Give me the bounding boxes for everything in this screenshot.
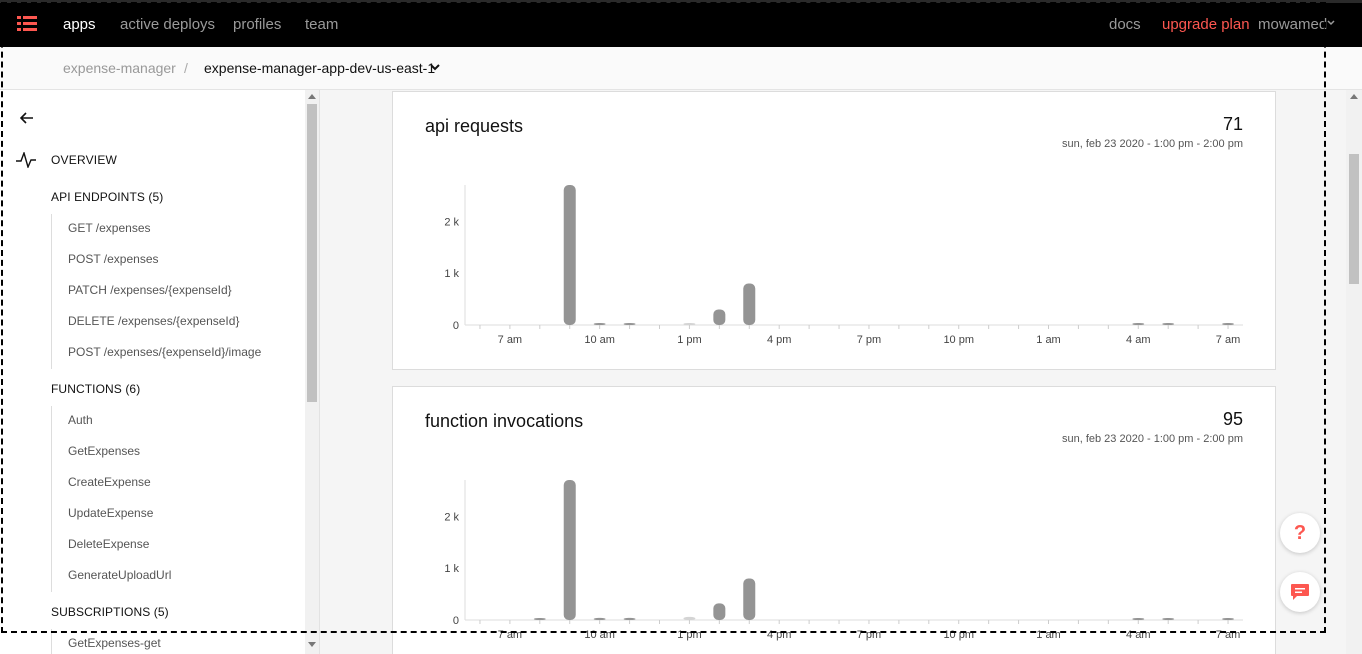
chart-bar[interactable] — [623, 617, 636, 620]
nav-profiles[interactable]: profiles — [233, 16, 281, 33]
top-navigation-bar: apps active deploys profiles team docs u… — [0, 0, 1362, 47]
chart-bar[interactable] — [713, 309, 726, 325]
chart-bar[interactable] — [563, 185, 576, 325]
y-tick-label: 1 k — [444, 563, 459, 575]
chart-bar[interactable] — [1222, 618, 1235, 620]
y-tick-label: 2 k — [444, 511, 459, 523]
activity-pulse-icon — [16, 152, 36, 168]
chart-bar[interactable] — [1162, 323, 1175, 325]
sidebar-item-endpoint[interactable]: POST /expenses — [68, 252, 159, 266]
chart-bar[interactable] — [743, 283, 756, 325]
chart-bar[interactable] — [683, 616, 696, 620]
sidebar-scrollbar-thumb[interactable] — [307, 104, 317, 402]
help-button[interactable]: ? — [1280, 513, 1320, 553]
chart-bar[interactable] — [593, 323, 606, 325]
chart-bar[interactable] — [743, 578, 756, 620]
sidebar-item-function[interactable]: UpdateExpense — [68, 506, 153, 520]
chart-bar[interactable] — [683, 323, 696, 325]
x-tick-label: 4 pm — [767, 334, 791, 346]
y-tick-label: 0 — [453, 320, 459, 332]
top-accent-line — [0, 0, 1362, 3]
breadcrumb-app-link[interactable]: expense-manager — [63, 60, 176, 76]
scroll-down-arrow-icon[interactable] — [308, 642, 316, 647]
chart-bar[interactable] — [563, 480, 576, 620]
chart-bar[interactable] — [593, 617, 606, 620]
chevron-down-icon[interactable] — [1326, 18, 1336, 28]
help-question-icon: ? — [1293, 522, 1307, 544]
y-tick-label: 0 — [453, 615, 459, 627]
chart-bar[interactable] — [713, 603, 726, 620]
sidebar-item-function[interactable]: GetExpenses — [68, 444, 140, 458]
group-divider — [51, 629, 52, 654]
breadcrumb-service-selector[interactable]: expense-manager-app-dev-us-east-1 — [204, 60, 435, 76]
function-invocations-card: function invocations 95 sun, feb 23 2020… — [392, 386, 1276, 654]
x-tick-label: 4 am — [1126, 334, 1150, 346]
sidebar-item-function[interactable]: DeleteExpense — [68, 537, 149, 551]
x-tick-label: 1 am — [1036, 629, 1060, 641]
x-tick-label: 1 pm — [677, 629, 701, 641]
user-menu[interactable]: mowamed — [1258, 16, 1327, 33]
upgrade-plan-link[interactable]: upgrade plan — [1162, 16, 1250, 33]
nav-team[interactable]: team — [305, 16, 338, 33]
x-tick-label: 7 am — [1216, 334, 1240, 346]
y-tick-label: 2 k — [444, 216, 459, 228]
x-tick-label: 1 pm — [677, 334, 701, 346]
sidebar-item-endpoint[interactable]: POST /expenses/{expenseId}/image — [68, 345, 261, 359]
chart-bar[interactable] — [533, 618, 546, 620]
sidebar-item-subscription[interactable]: GetExpenses-get — [68, 636, 161, 650]
sidebar: OVERVIEW API ENDPOINTS (5) GET /expenses… — [0, 90, 320, 654]
x-tick-label: 4 am — [1126, 629, 1150, 641]
sidebar-item-endpoint[interactable]: PATCH /expenses/{expenseId} — [68, 283, 232, 297]
group-divider — [51, 214, 52, 369]
api-requests-card: api requests 71 sun, feb 23 2020 - 1:00 … — [392, 91, 1276, 370]
x-tick-label: 7 am — [498, 629, 522, 641]
y-tick-label: 1 k — [444, 268, 459, 280]
section-functions[interactable]: FUNCTIONS (6) — [51, 382, 140, 396]
nav-active-deploys[interactable]: active deploys — [120, 16, 215, 33]
x-tick-label: 7 pm — [857, 629, 881, 641]
x-tick-label: 7 pm — [857, 334, 881, 346]
main-content: api requests 71 sun, feb 23 2020 - 1:00 … — [320, 90, 1346, 654]
sidebar-item-function[interactable]: GenerateUploadUrl — [68, 568, 171, 582]
sidebar-item-endpoint[interactable]: DELETE /expenses/{expenseId} — [68, 314, 239, 328]
chart-bar[interactable] — [1132, 323, 1145, 325]
chart-bar[interactable] — [1162, 618, 1175, 620]
x-tick-label: 10 am — [584, 629, 615, 641]
x-tick-label: 4 pm — [767, 629, 791, 641]
x-tick-label: 1 am — [1036, 334, 1060, 346]
x-tick-label: 7 am — [498, 334, 522, 346]
breadcrumb-separator: / — [184, 60, 188, 76]
sidebar-item-endpoint[interactable]: GET /expenses — [68, 221, 151, 235]
nav-docs[interactable]: docs — [1109, 16, 1141, 33]
back-arrow-icon[interactable] — [20, 112, 34, 124]
section-api-endpoints[interactable]: API ENDPOINTS (5) — [51, 190, 163, 204]
breadcrumb: expense-manager / expense-manager-app-de… — [0, 47, 1362, 90]
serverless-logo-icon[interactable] — [17, 16, 37, 32]
scroll-up-arrow-icon[interactable] — [1350, 94, 1358, 99]
section-subscriptions[interactable]: SUBSCRIPTIONS (5) — [51, 605, 169, 619]
group-divider — [51, 406, 52, 592]
x-tick-label: 10 pm — [943, 334, 974, 346]
sidebar-item-function[interactable]: Auth — [68, 413, 93, 427]
sidebar-item-function[interactable]: CreateExpense — [68, 475, 151, 489]
chat-bubble-icon — [1291, 584, 1309, 600]
function-invocations-chart[interactable]: 0 1 k 2 k 7 am 10 am 1 pm 4 pm 7 pm 10 pm 1 am 4 a… — [393, 387, 1275, 654]
nav-apps[interactable]: apps — [63, 16, 96, 33]
x-tick-label: 7 am — [1216, 629, 1240, 641]
chevron-down-icon[interactable] — [429, 62, 441, 72]
sidebar-item-overview[interactable]: OVERVIEW — [51, 153, 117, 167]
chat-button[interactable] — [1280, 572, 1320, 612]
page-scrollbar-thumb[interactable] — [1349, 154, 1359, 284]
x-tick-label: 10 am — [584, 334, 615, 346]
chart-bar[interactable] — [623, 323, 636, 325]
scroll-up-arrow-icon[interactable] — [308, 94, 316, 99]
x-tick-label: 10 pm — [943, 629, 974, 641]
chart-bar[interactable] — [1222, 323, 1235, 325]
chart-bar[interactable] — [1132, 618, 1145, 620]
api-requests-chart[interactable]: 0 1 k 2 k 7 am 10 am 1 pm 4 pm 7 pm 10 pm 1 am 4 a… — [393, 92, 1275, 369]
